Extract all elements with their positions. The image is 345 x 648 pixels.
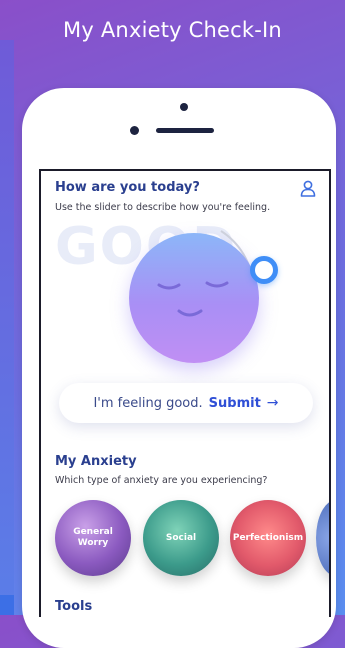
speaker-icon (156, 128, 214, 133)
submit-button[interactable]: I'm feeling good. Submit → (59, 383, 313, 423)
anxiety-type-perfectionism[interactable]: Perfectionism (230, 500, 306, 576)
slider-instructions: Use the slider to describe how you're fe… (55, 202, 271, 213)
anxiety-type-label: General Worry (73, 527, 113, 548)
background-strip (0, 40, 14, 615)
anxiety-type-label: Perfectionism (232, 532, 304, 543)
mood-slider-handle[interactable] (250, 256, 278, 284)
background-strip-bottom (0, 595, 14, 615)
submit-prefix: I'm feeling good. (93, 395, 203, 411)
app-screen: How are you today? Use the slider to des… (39, 169, 331, 617)
mood-face (129, 233, 259, 363)
anxiety-type-next[interactable] (316, 500, 329, 576)
arrow-right-icon: → (266, 395, 279, 411)
tools-section-title: Tools (55, 599, 93, 614)
user-icon[interactable] (299, 179, 317, 197)
anxiety-section-title: My Anxiety (55, 454, 137, 469)
calm-face-icon (157, 281, 229, 317)
submit-label: Submit (208, 395, 261, 411)
phone-bezel (38, 98, 320, 168)
anxiety-type-label: Social (165, 532, 197, 543)
app-title: My Anxiety Check-In (63, 18, 282, 42)
anxiety-type-general-worry[interactable]: General Worry (55, 500, 131, 576)
camera-icon (180, 103, 188, 111)
sensor-icon (130, 126, 139, 135)
anxiety-section-subtitle: Which type of anxiety are you experienci… (55, 475, 268, 486)
anxiety-type-social[interactable]: Social (143, 500, 219, 576)
greeting-title: How are you today? (55, 180, 200, 195)
